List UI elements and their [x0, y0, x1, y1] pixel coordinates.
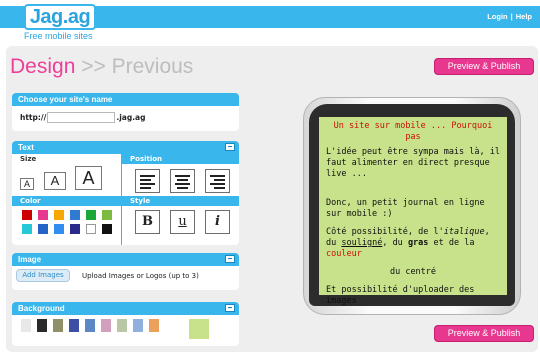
- background-swatch[interactable]: [189, 319, 209, 339]
- text-color-swatch[interactable]: [86, 210, 96, 220]
- preview-paragraph-5: Et possibilité d'uploader des images: [326, 285, 475, 306]
- align-right-icon: [210, 175, 225, 191]
- panel-heading: Background: [12, 302, 239, 315]
- italic-button[interactable]: i: [205, 210, 230, 234]
- text-color-swatch[interactable]: [38, 210, 48, 220]
- url-prefix: http://: [20, 113, 47, 122]
- text-right-column: Position Style B u i: [122, 154, 239, 245]
- site-name-input[interactable]: [47, 112, 116, 123]
- logo-text: Jag.ag: [29, 6, 91, 28]
- italic-icon: i: [215, 214, 220, 229]
- background-heading: Background: [18, 304, 65, 313]
- text-color-swatch[interactable]: [70, 224, 80, 234]
- align-center-icon: [175, 175, 190, 191]
- align-left-button[interactable]: [135, 169, 160, 193]
- background-swatch[interactable]: [53, 319, 63, 332]
- panel-heading: Text: [12, 141, 239, 154]
- text-left-column: Size A A A Color: [12, 154, 122, 245]
- image-row: Add Images Upload Images or Logos (up to…: [12, 266, 239, 285]
- phone-screen: Un site sur mobile ... Pourquoi pas L'id…: [319, 117, 507, 306]
- site-name-row: http:// .jag.ag: [12, 106, 239, 129]
- phone-bezel: Un site sur mobile ... Pourquoi pas L'id…: [309, 104, 515, 306]
- style-label: Style: [122, 196, 239, 206]
- text-color-swatch[interactable]: [70, 210, 80, 220]
- add-images-button[interactable]: Add Images: [16, 269, 70, 282]
- position-label: Position: [122, 154, 239, 164]
- background-panel: Background: [12, 302, 239, 346]
- url-suffix: .jag.ag: [116, 113, 146, 122]
- collapse-icon[interactable]: [225, 255, 235, 263]
- step-separator: >>: [81, 55, 106, 78]
- link-separator: |: [510, 12, 513, 21]
- image-description: Upload Images or Logos (up to 3): [82, 271, 199, 280]
- preview-paragraph-4: du centré: [389, 267, 437, 277]
- preview-paragraph-3: Côté possibilité, de l'italique , du soul…: [326, 227, 500, 260]
- preview-text: et de la: [433, 238, 475, 248]
- page-title: Design >> Previous: [10, 54, 193, 80]
- color-label: Color: [12, 196, 122, 206]
- preview-publish-button-bottom[interactable]: Preview & Publish: [434, 325, 534, 342]
- preview-italic: italique: [443, 227, 485, 237]
- step-current: Design: [10, 55, 76, 78]
- size-large-button[interactable]: A: [75, 166, 102, 190]
- background-swatch[interactable]: [21, 319, 31, 332]
- align-center-button[interactable]: [170, 169, 195, 193]
- preview-colored: couleur: [326, 249, 362, 259]
- background-swatch[interactable]: [101, 319, 111, 332]
- image-heading: Image: [18, 255, 42, 264]
- text-color-swatch[interactable]: [86, 224, 96, 234]
- preview-paragraph-2: Donc, un petit journal en ligne sur mobi…: [326, 198, 485, 219]
- underline-icon: u: [178, 214, 187, 229]
- text-color-swatch[interactable]: [22, 224, 32, 234]
- background-swatch[interactable]: [37, 319, 47, 332]
- underline-button[interactable]: u: [170, 210, 195, 234]
- text-color-swatch[interactable]: [54, 210, 64, 220]
- text-heading: Text: [18, 143, 34, 152]
- image-panel: Image Add Images Upload Images or Logos …: [12, 253, 239, 290]
- collapse-icon[interactable]: [225, 143, 235, 151]
- tagline: Free mobile sites: [24, 31, 93, 41]
- size-label: Size: [20, 155, 37, 163]
- panel-heading: Image: [12, 253, 239, 266]
- preview-title: Un site sur mobile ... Pourquoi pas: [333, 121, 493, 142]
- size-small-button[interactable]: A: [20, 178, 34, 190]
- align-left-icon: [140, 175, 155, 191]
- background-swatch[interactable]: [69, 319, 79, 332]
- text-color-swatch[interactable]: [38, 224, 48, 234]
- background-swatch[interactable]: [85, 319, 95, 332]
- text-color-swatch[interactable]: [54, 224, 64, 234]
- panel-heading: Choose your site's name: [12, 93, 239, 106]
- background-swatch[interactable]: [133, 319, 143, 332]
- align-right-button[interactable]: [205, 169, 230, 193]
- preview-publish-button-top[interactable]: Preview & Publish: [434, 58, 534, 75]
- preview-bold: gras: [407, 238, 429, 248]
- login-link[interactable]: Login: [487, 12, 507, 21]
- preview-text: Côté possibilité, de l': [326, 227, 444, 237]
- text-color-swatch[interactable]: [102, 224, 112, 234]
- size-medium-button[interactable]: A: [44, 172, 66, 190]
- bold-icon: B: [142, 214, 153, 229]
- top-links: Login | Help: [487, 12, 532, 21]
- bold-button[interactable]: B: [135, 210, 160, 234]
- background-swatch[interactable]: [117, 319, 127, 332]
- preview-underline: souligné: [341, 238, 383, 248]
- site-name-panel: Choose your site's name http:// .jag.ag: [12, 93, 239, 131]
- background-swatch[interactable]: [149, 319, 159, 332]
- text-color-swatch[interactable]: [22, 210, 32, 220]
- phone-preview: Un site sur mobile ... Pourquoi pas L'id…: [303, 97, 521, 315]
- preview-paragraph-1: L'idée peut être sympa mais là, il faut …: [326, 147, 500, 179]
- help-link[interactable]: Help: [516, 12, 532, 21]
- preview-text: , du: [382, 238, 403, 248]
- collapse-icon[interactable]: [225, 304, 235, 312]
- step-previous[interactable]: Previous: [112, 55, 194, 78]
- text-color-swatch[interactable]: [102, 210, 112, 220]
- logo[interactable]: Jag.ag: [24, 4, 96, 30]
- text-panel: Text Size A A A Color Position Style B u…: [12, 141, 239, 245]
